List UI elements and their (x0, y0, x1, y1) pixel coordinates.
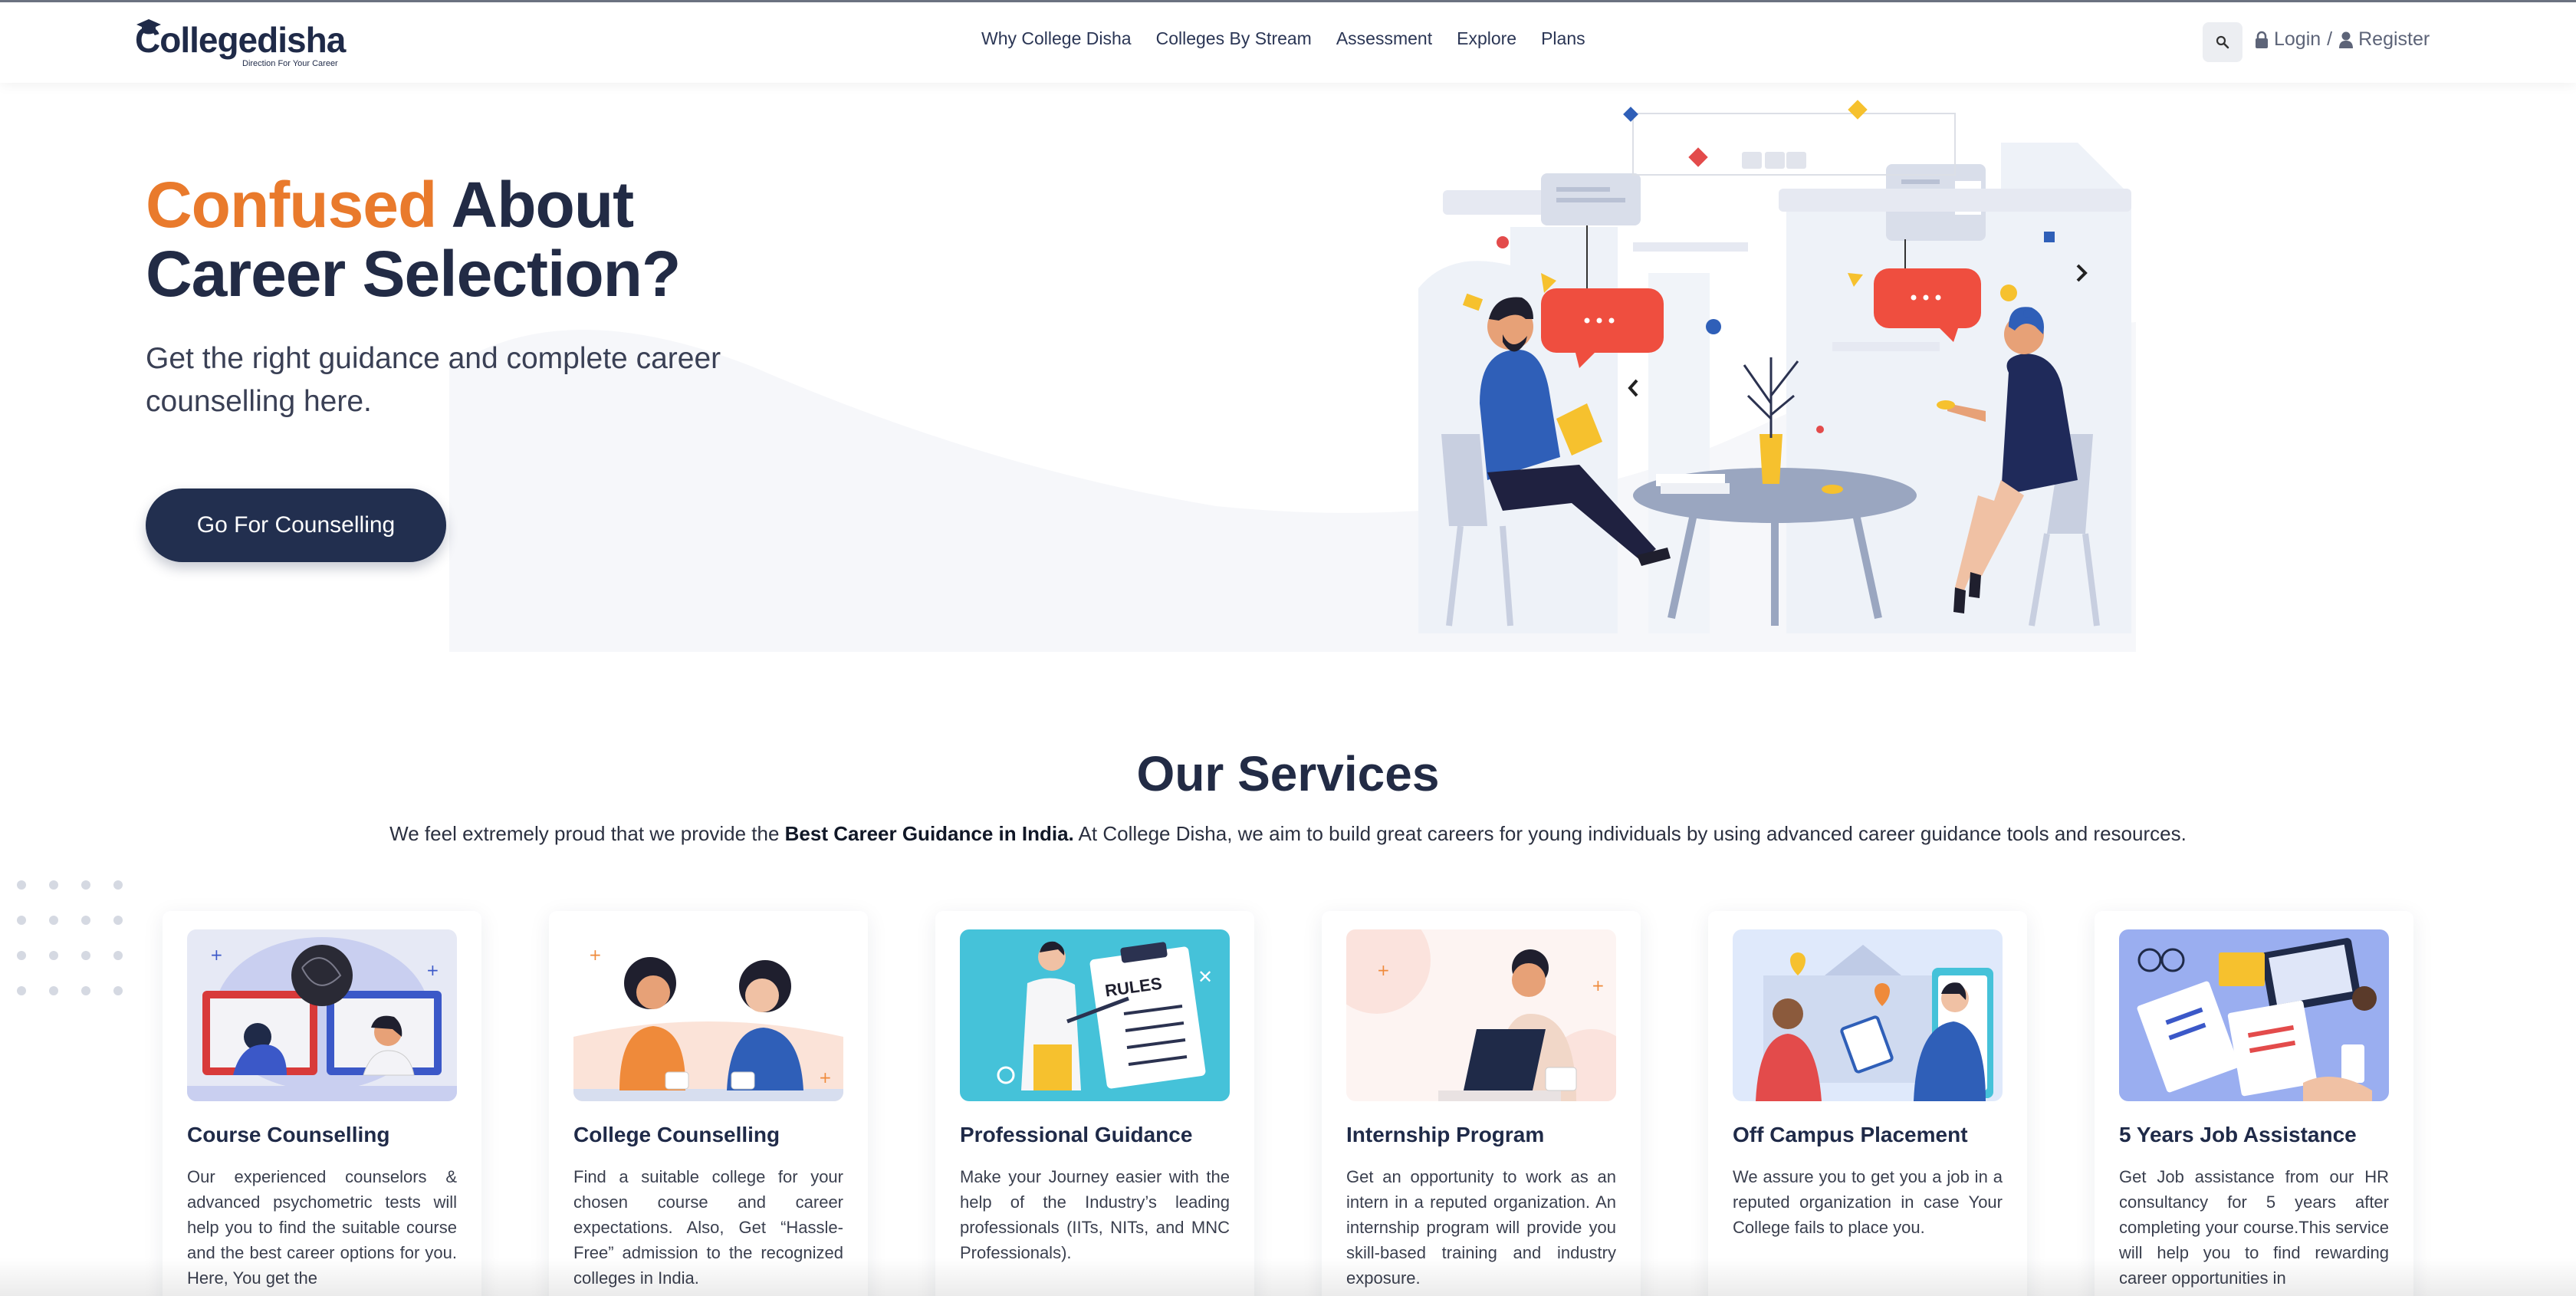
card-text: Make your Journey easier with the help o… (960, 1167, 1230, 1262)
register-link[interactable]: Register (2338, 28, 2430, 51)
brand-tagline: Direction For Your Career (242, 59, 338, 68)
internship-program-image: + + (1346, 929, 1616, 1101)
professional-guidance-image: RULES ✕ (960, 929, 1230, 1101)
service-card-college-counselling[interactable]: + + College Counselling Find a suitable … (549, 911, 868, 1296)
services-desc-pre: We feel extremely proud that we provide … (389, 822, 785, 845)
svg-text:+: + (210, 946, 223, 964)
card-text: We assure you to get you a job in a repu… (1733, 1167, 2003, 1237)
search-button[interactable] (2203, 22, 2242, 62)
svg-text:+: + (1592, 976, 1605, 995)
college-counselling-image: + + (573, 929, 843, 1101)
svg-text:✕: ✕ (1198, 966, 1213, 988)
service-card-job-assistance[interactable]: 5 Years Job Assistance Get Job assistanc… (2095, 911, 2413, 1296)
nav-colleges-by-stream[interactable]: Colleges By Stream (1156, 28, 1312, 49)
user-icon (2339, 31, 2354, 48)
job-assistance-image (2119, 929, 2389, 1101)
bottom-fade (0, 1258, 2576, 1296)
svg-text:+: + (1377, 961, 1390, 979)
brand-name: Collegedisha (135, 20, 346, 60)
card-title: College Counselling (573, 1123, 780, 1146)
auth-links: Login / Register (2254, 28, 2430, 51)
service-card-off-campus-placement[interactable]: Off Campus Placement We assure you to ge… (1708, 911, 2027, 1296)
svg-text:+: + (589, 946, 602, 964)
card-title: Course Counselling (187, 1123, 390, 1146)
lock-icon (2256, 31, 2268, 48)
services-title: Our Services (1136, 746, 1440, 801)
card-title: Professional Guidance (960, 1123, 1193, 1146)
nav-why-college-disha[interactable]: Why College Disha (981, 28, 1132, 49)
top-navbar: Collegedisha Direction For Your Career W… (0, 0, 2576, 83)
service-card-internship-program[interactable]: + + Internship Program Get an opportunit… (1322, 911, 1641, 1296)
auth-separator: / (2327, 28, 2333, 50)
service-card-course-counselling[interactable]: + + Course Counselling Our experienced c… (163, 911, 481, 1296)
service-card-professional-guidance[interactable]: RULES ✕ Professional Guidance Make your … (935, 911, 1254, 1296)
hero-title: Confused About Career Selection? (146, 169, 681, 310)
services-cards: + + Course Counselling Our experienced c… (163, 911, 2413, 1296)
hero-title-rest: About (451, 169, 635, 241)
nav-plans[interactable]: Plans (1541, 28, 1585, 49)
login-label: Login (2274, 28, 2321, 50)
services-desc-post: At College Disha, we aim to build great … (1073, 822, 2187, 845)
card-title: Off Campus Placement (1733, 1123, 1968, 1146)
off-campus-placement-image (1733, 929, 2003, 1101)
brand-logo[interactable]: Collegedisha Direction For Your Career (135, 13, 365, 68)
svg-text:+: + (819, 1068, 832, 1087)
counselling-illustration (1418, 100, 2131, 633)
card-title: 5 Years Job Assistance (2119, 1123, 2357, 1146)
nav-assessment[interactable]: Assessment (1336, 28, 1432, 49)
decorative-dots (17, 880, 123, 995)
go-for-counselling-button[interactable]: Go For Counselling (146, 488, 446, 562)
services-description: We feel extremely proud that we provide … (0, 822, 2576, 846)
hero-title-accent: Confused (146, 169, 437, 241)
search-icon (2216, 35, 2229, 49)
nav-explore[interactable]: Explore (1457, 28, 1516, 49)
course-counselling-image: + + (187, 929, 457, 1101)
hero-subtitle: Get the right guidance and complete care… (146, 342, 721, 418)
hero-title-line2: Career Selection? (146, 238, 681, 310)
login-link[interactable]: Login (2254, 28, 2321, 51)
register-label: Register (2358, 28, 2430, 50)
svg-text:+: + (426, 961, 439, 979)
services-desc-bold: Best Career Guidance in India. (784, 822, 1074, 845)
main-nav: Why College Disha Colleges By Stream Ass… (981, 28, 1585, 49)
card-title: Internship Program (1346, 1123, 1545, 1146)
